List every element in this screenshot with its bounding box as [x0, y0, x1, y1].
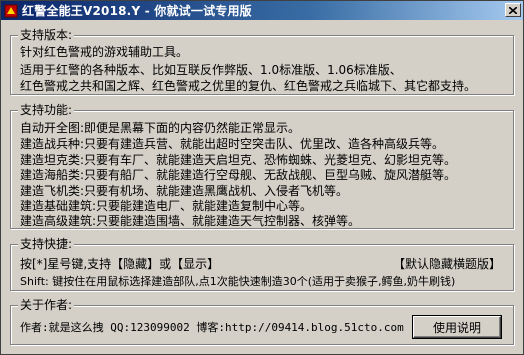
close-icon — [509, 6, 517, 14]
feature-line: 建造海船类:只要有船厂、就能建造行空母舰、无敌战舰、巨型乌贼、旋风潜艇等。 — [20, 168, 457, 182]
about-title: 关于作者: — [18, 298, 75, 313]
feature-line: 建造基础建筑:只要能建造电厂、就能建造复制中心等。 — [20, 199, 313, 213]
support-version-line: 针对红色警戒的游戏辅助工具。 — [20, 45, 189, 59]
support-version-title: 支持版本: — [18, 28, 75, 43]
main-window: 红警全能王V2018.Y - 你就试一试专用版 支持版本: 针对红色警戒的游戏辅… — [0, 0, 524, 355]
support-version-line: 红色警戒之共和国之辉、红色警戒之优里的复仇、红色警戒之兵临城下、其它都支持。 — [20, 79, 477, 93]
close-button[interactable] — [505, 3, 521, 17]
feature-line: 建造飞机类:只要有机场、就能建造黑鹰战机、入侵者飞机等。 — [20, 184, 349, 198]
usage-instructions-button[interactable]: 使用说明 — [412, 315, 502, 339]
window-title: 红警全能王V2018.Y - 你就试一试专用版 — [22, 4, 252, 18]
feature-line: 建造战兵种:只要有建造兵营、就能出超时空突击队、优里改、造各种高级兵等。 — [20, 137, 445, 151]
feature-line: 自动开全图:即便是黑幕下面的内容仍然能正常显示。 — [20, 121, 301, 135]
support-features-group: 支持功能: 自动开全图:即便是黑幕下面的内容仍然能正常显示。 建造战兵种:只要有… — [10, 103, 514, 229]
feature-line: 建造坦克类:只要有车厂、就能建造天启坦克、恐怖蜘蛛、光菱坦克、幻影坦克等。 — [20, 153, 457, 167]
hotkey-toggle-text: 按[*]星号键,支持【隐藏】或【显示】 — [20, 257, 220, 271]
app-icon — [4, 4, 18, 18]
support-features-title: 支持功能: — [18, 103, 75, 118]
about-group: 关于作者: 作者:就是这么拽 QQ:123099002 博客:http://09… — [10, 298, 514, 345]
hotkeys-title: 支持快捷: — [18, 237, 75, 252]
support-version-group: 支持版本: 针对红色警戒的游戏辅助工具。 适用于红警的各种版本、比如互联反作弊版… — [10, 28, 514, 95]
feature-line: 建造高级建筑:只要能建造围墙、就能建造天气控制器、核弹等。 — [20, 214, 361, 228]
default-hidden-label: 【默认隐藏横题版】 — [392, 257, 501, 271]
support-version-line: 适用于红警的各种版本、比如互联反作弊版、1.0标准版、1.06标准版、 — [20, 63, 402, 77]
title-bar[interactable]: 红警全能王V2018.Y - 你就试一试专用版 — [1, 1, 523, 20]
hotkey-shift-text: Shift: 键按住在用鼠标选择建造部队,点1次能快速制造30个(适用于卖猴子,… — [20, 275, 456, 288]
author-info: 作者:就是这么拽 QQ:123099002 博客:http://09414.bl… — [20, 321, 404, 334]
hotkeys-group: 支持快捷: 按[*]星号键,支持【隐藏】或【显示】 【默认隐藏横题版】 Shif… — [10, 237, 514, 291]
